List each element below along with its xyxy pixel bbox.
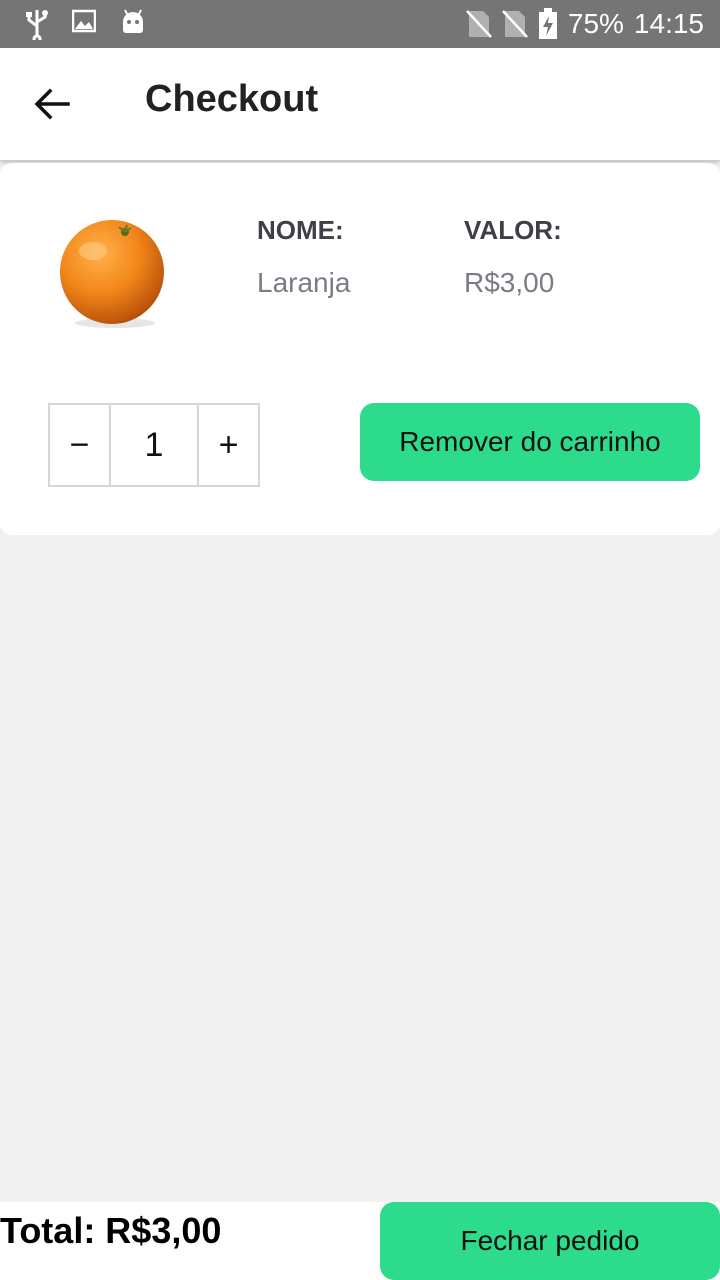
app-bar: Checkout xyxy=(0,48,720,160)
no-sim-icon xyxy=(465,10,492,38)
name-label: NOME: xyxy=(257,215,344,245)
close-order-button[interactable]: Fechar pedido xyxy=(380,1202,720,1280)
product-name: Laranja xyxy=(257,267,351,298)
quantity-value[interactable]: 1 xyxy=(111,403,197,487)
orange-image xyxy=(60,220,164,328)
image-icon xyxy=(72,9,96,33)
battery-percentage: 75% xyxy=(567,8,624,39)
quantity-stepper: − 1 + xyxy=(48,403,260,487)
bottom-bar: Total: R$3,00 Fechar pedido xyxy=(0,1202,720,1280)
status-bar: 75% 14:15 xyxy=(0,0,720,48)
product-value: R$3,00 xyxy=(464,267,555,298)
battery-charging-icon xyxy=(538,8,557,39)
value-label: VALOR: xyxy=(464,215,562,245)
back-button[interactable] xyxy=(20,74,84,134)
order-total: Total: R$3,00 xyxy=(0,1210,222,1251)
clock: 14:15 xyxy=(633,8,704,39)
android-icon xyxy=(123,9,143,33)
cart-item-card: NOME: Laranja VALOR: R$3,00 − 1 + Remove… xyxy=(0,163,720,535)
arrow-left-icon xyxy=(34,88,70,120)
remove-from-cart-button[interactable]: Remover do carrinho xyxy=(360,403,700,481)
no-sim-icon xyxy=(501,10,528,38)
usb-icon xyxy=(26,10,48,40)
page-title: Checkout xyxy=(145,78,319,120)
increase-quantity-button[interactable]: + xyxy=(197,403,260,487)
decrease-quantity-button[interactable]: − xyxy=(48,403,111,487)
